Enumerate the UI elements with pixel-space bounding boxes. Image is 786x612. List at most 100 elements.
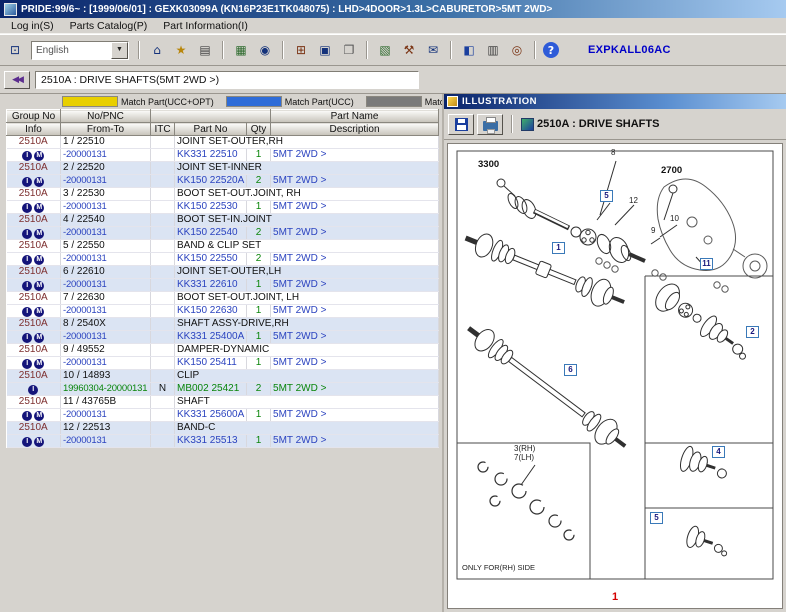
info-m-icon[interactable]: M — [34, 151, 44, 161]
part-row-detail[interactable]: IM-20000131KK331 2261015MT 2WD > — [7, 279, 439, 292]
from-to[interactable]: -20000131 — [61, 149, 151, 162]
from-to[interactable]: -20000131 — [61, 305, 151, 318]
search-icon[interactable]: ◉ — [254, 40, 276, 60]
part-row-detail[interactable]: IM-20000131KK331 2251015MT 2WD > — [7, 149, 439, 162]
cart-icon[interactable]: ⊞ — [290, 40, 312, 60]
part-row-detail[interactable]: IM-20000131KK150 2255025MT 2WD > — [7, 253, 439, 266]
part-row-detail[interactable]: IM-20000131KK150 22520A25MT 2WD > — [7, 175, 439, 188]
info-m-icon[interactable]: M — [34, 177, 44, 187]
part-no[interactable]: MB002 25421 — [175, 383, 247, 396]
section-title-field[interactable]: 2510A : DRIVE SHAFTS(5MT 2WD >) — [35, 71, 419, 89]
info-i-icon[interactable]: I — [28, 385, 38, 395]
from-to[interactable]: 19960304-20000131 — [61, 383, 151, 396]
home-icon[interactable]: ⌂ — [146, 40, 168, 60]
camera-icon[interactable]: ◎ — [506, 40, 528, 60]
mail-icon[interactable]: ✉ — [422, 40, 444, 60]
chart-icon[interactable]: ▦ — [230, 40, 252, 60]
info-m-icon[interactable]: M — [34, 255, 44, 265]
info-m-icon[interactable]: M — [34, 307, 44, 317]
info-i-icon[interactable]: I — [22, 281, 32, 291]
monitor-icon[interactable]: ⊡ — [4, 40, 26, 60]
part-row-detail[interactable]: IM-20000131KK150 2541115MT 2WD > — [7, 357, 439, 370]
from-to[interactable]: -20000131 — [61, 227, 151, 240]
part-row-name[interactable]: 2510A10 / 14893CLIP — [7, 370, 439, 383]
callout-5[interactable]: 5 — [600, 190, 613, 202]
menu-login[interactable]: Log in(S) — [3, 20, 62, 32]
part-row-detail[interactable]: IM-20000131KK150 2253015MT 2WD > — [7, 201, 439, 214]
part-row-name[interactable]: 2510A12 / 22513BAND-C — [7, 422, 439, 435]
part-row-detail[interactable]: IM-20000131KK150 2263015MT 2WD > — [7, 305, 439, 318]
part-no[interactable]: KK150 25411 — [175, 357, 247, 370]
part-row-detail[interactable]: IM-20000131KK331 25600A15MT 2WD > — [7, 409, 439, 422]
part-no[interactable]: KK150 22520A — [175, 175, 247, 188]
info-i-icon[interactable]: I — [22, 359, 32, 369]
print-illustration-button[interactable] — [477, 114, 503, 135]
part-row-name[interactable]: 2510A7 / 22630BOOT SET-OUT.JOINT, LH — [7, 292, 439, 305]
info-i-icon[interactable]: I — [22, 411, 32, 421]
info-m-icon[interactable]: M — [34, 333, 44, 343]
info-m-icon[interactable]: M — [34, 203, 44, 213]
part-row-name[interactable]: 2510A6 / 22610JOINT SET-OUTER,LH — [7, 266, 439, 279]
save-icon[interactable]: ◧ — [458, 40, 480, 60]
image-icon[interactable]: ▧ — [374, 40, 396, 60]
info-m-icon[interactable]: M — [34, 281, 44, 291]
part-no[interactable]: KK150 22530 — [175, 201, 247, 214]
callout-5[interactable]: 5 — [650, 512, 663, 524]
callout-4[interactable]: 4 — [712, 446, 725, 458]
info-m-icon[interactable]: M — [34, 229, 44, 239]
part-no[interactable]: KK150 22550 — [175, 253, 247, 266]
from-to[interactable]: -20000131 — [61, 331, 151, 344]
from-to[interactable]: -20000131 — [61, 253, 151, 266]
callout-1[interactable]: 1 — [552, 242, 565, 254]
from-to[interactable]: -20000131 — [61, 175, 151, 188]
from-to[interactable]: -20000131 — [61, 409, 151, 422]
from-to[interactable]: -20000131 — [61, 435, 151, 448]
part-no[interactable]: KK150 22540 — [175, 227, 247, 240]
part-row-detail[interactable]: IM-20000131KK331 2551315MT 2WD > — [7, 435, 439, 448]
part-row-detail[interactable]: I19960304-20000131NMB002 2542125MT 2WD > — [7, 383, 439, 396]
chevron-down-icon[interactable]: ▼ — [111, 42, 128, 59]
part-no[interactable]: KK331 25400A — [175, 331, 247, 344]
menu-parts-catalog[interactable]: Parts Catalog(P) — [62, 20, 156, 32]
part-no[interactable]: KK331 22610 — [175, 279, 247, 292]
part-row-name[interactable]: 2510A3 / 22530BOOT SET-OUT.JOINT, RH — [7, 188, 439, 201]
copy-icon[interactable]: ❐ — [338, 40, 360, 60]
info-m-icon[interactable]: M — [34, 359, 44, 369]
favorites-icon[interactable]: ★ — [170, 40, 192, 60]
part-row-name[interactable]: 2510A9 / 49552DAMPER-DYNAMIC — [7, 344, 439, 357]
info-i-icon[interactable]: I — [22, 255, 32, 265]
part-row-detail[interactable]: IM-20000131KK150 2254025MT 2WD > — [7, 227, 439, 240]
back-icon[interactable]: ◀◀ — [4, 71, 30, 89]
part-row-name[interactable]: 2510A5 / 22550BAND & CLIP SET — [7, 240, 439, 253]
info-m-icon[interactable]: M — [34, 437, 44, 447]
part-row-name[interactable]: 2510A11 / 43765BSHAFT — [7, 396, 439, 409]
info-i-icon[interactable]: I — [22, 229, 32, 239]
from-to[interactable]: -20000131 — [61, 357, 151, 370]
part-row-name[interactable]: 2510A1 / 22510JOINT SET-OUTER,RH — [7, 136, 439, 149]
callout-2[interactable]: 2 — [746, 326, 759, 338]
part-no[interactable]: KK331 25513 — [175, 435, 247, 448]
callout-6[interactable]: 6 — [564, 364, 577, 376]
info-i-icon[interactable]: I — [22, 333, 32, 343]
part-row-name[interactable]: 2510A2 / 22520JOINT SET-INNER — [7, 162, 439, 175]
callout-11[interactable]: 11 — [700, 258, 713, 270]
part-no[interactable]: KK150 22630 — [175, 305, 247, 318]
info-i-icon[interactable]: I — [22, 177, 32, 187]
save-illustration-button[interactable] — [448, 114, 474, 135]
illustration-canvas[interactable]: 33002700851210911126453(RH)7(LH) ONLY FO… — [447, 143, 783, 609]
part-no[interactable]: KK331 22510 — [175, 149, 247, 162]
from-to[interactable]: -20000131 — [61, 279, 151, 292]
part-no[interactable]: KK331 25600A — [175, 409, 247, 422]
info-i-icon[interactable]: I — [22, 151, 32, 161]
part-row-name[interactable]: 2510A8 / 2540XSHAFT ASSY-DRIVE,RH — [7, 318, 439, 331]
info-i-icon[interactable]: I — [22, 203, 32, 213]
from-to[interactable]: -20000131 — [61, 201, 151, 214]
part-row-name[interactable]: 2510A4 / 22540BOOT SET-IN.JOINT — [7, 214, 439, 227]
info-m-icon[interactable]: M — [34, 411, 44, 421]
print-preview-icon[interactable]: ▤ — [194, 40, 216, 60]
language-select[interactable]: English ▼ — [31, 41, 129, 60]
menu-part-information[interactable]: Part Information(I) — [155, 20, 256, 32]
print-icon[interactable]: ▥ — [482, 40, 504, 60]
tools-icon[interactable]: ⚒ — [398, 40, 420, 60]
info-i-icon[interactable]: I — [22, 437, 32, 447]
